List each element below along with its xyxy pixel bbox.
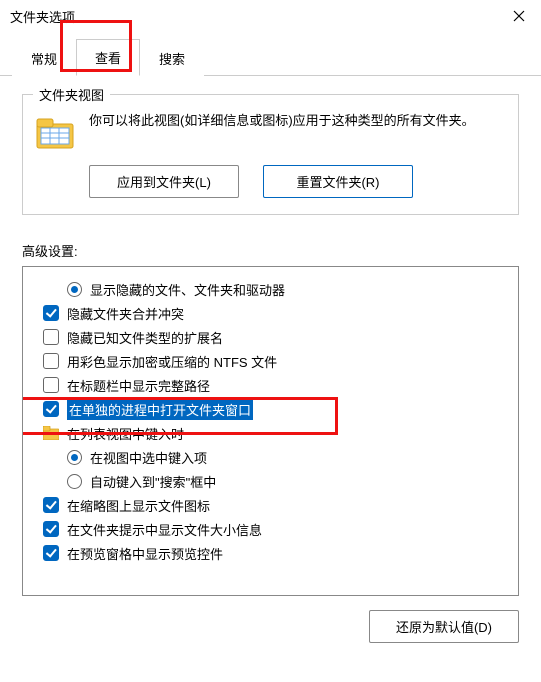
folder-views-group: 文件夹视图 你可以将此视图(如详细信息或图标)应用于这种类型的所有文件夹。 应用… (22, 94, 519, 215)
checkbox-icon[interactable] (43, 329, 59, 345)
item-label: 隐藏已知文件类型的扩展名 (67, 328, 223, 347)
item-label: 在标题栏中显示完整路径 (67, 376, 210, 395)
item-label: 在列表视图中键入时 (67, 424, 184, 443)
list-item[interactable]: 显示隐藏的文件、文件夹和驱动器 (31, 277, 510, 301)
tab-search[interactable]: 搜索 (140, 40, 204, 76)
list-item[interactable]: 用彩色显示加密或压缩的 NTFS 文件 (31, 349, 510, 373)
checkbox-icon[interactable] (43, 545, 59, 561)
restore-defaults-button[interactable]: 还原为默认值(D) (369, 610, 519, 643)
checkbox-icon[interactable] (43, 497, 59, 513)
list-item[interactable]: 在单独的进程中打开文件夹窗口 (31, 397, 510, 421)
list-item[interactable]: 隐藏文件夹合并冲突 (31, 301, 510, 325)
folder-icon (43, 426, 59, 440)
checkbox-icon[interactable] (43, 401, 59, 417)
checkbox-icon[interactable] (43, 377, 59, 393)
radio-icon[interactable] (67, 474, 82, 489)
list-item[interactable]: 隐藏已知文件类型的扩展名 (31, 325, 510, 349)
reset-folders-button[interactable]: 重置文件夹(R) (263, 165, 413, 198)
list-item[interactable]: 自动键入到"搜索"框中 (31, 469, 510, 493)
advanced-settings-label: 高级设置: (22, 241, 519, 260)
item-label: 在文件夹提示中显示文件大小信息 (67, 520, 262, 539)
checkbox-icon[interactable] (43, 521, 59, 537)
tab-view[interactable]: 查看 (76, 39, 140, 76)
close-icon[interactable] (507, 4, 531, 28)
radio-icon[interactable] (67, 450, 82, 465)
list-item[interactable]: 在文件夹提示中显示文件大小信息 (31, 517, 510, 541)
item-label: 在视图中选中键入项 (90, 448, 207, 467)
list-item[interactable]: 在视图中选中键入项 (31, 445, 510, 469)
tab-panel-view: 文件夹视图 你可以将此视图(如详细信息或图标)应用于这种类型的所有文件夹。 应用… (0, 76, 541, 653)
checkbox-icon[interactable] (43, 353, 59, 369)
item-label: 自动键入到"搜索"框中 (90, 472, 216, 491)
titlebar: 文件夹选项 (0, 0, 541, 32)
tab-general[interactable]: 常规 (12, 40, 76, 76)
item-label: 在缩略图上显示文件图标 (67, 496, 210, 515)
folder-views-description: 你可以将此视图(如详细信息或图标)应用于这种类型的所有文件夹。 (89, 111, 506, 131)
window-title: 文件夹选项 (10, 7, 75, 26)
item-label: 隐藏文件夹合并冲突 (67, 304, 184, 323)
group-title: 文件夹视图 (33, 85, 110, 104)
list-item[interactable]: 在标题栏中显示完整路径 (31, 373, 510, 397)
item-label: 用彩色显示加密或压缩的 NTFS 文件 (67, 352, 277, 371)
item-label: 在预览窗格中显示预览控件 (67, 544, 223, 563)
apply-to-folders-button[interactable]: 应用到文件夹(L) (89, 165, 239, 198)
tab-strip: 常规 查看 搜索 (0, 38, 541, 76)
list-item[interactable]: 在列表视图中键入时 (31, 421, 510, 445)
list-item[interactable]: 在预览窗格中显示预览控件 (31, 541, 510, 565)
checkbox-icon[interactable] (43, 305, 59, 321)
advanced-settings-list[interactable]: 显示隐藏的文件、文件夹和驱动器 隐藏文件夹合并冲突 隐藏已知文件类型的扩展名 用… (22, 266, 519, 596)
list-item[interactable]: 在缩略图上显示文件图标 (31, 493, 510, 517)
item-label: 显示隐藏的文件、文件夹和驱动器 (90, 280, 285, 299)
radio-icon[interactable] (67, 282, 82, 297)
folder-icon (35, 115, 75, 151)
item-label: 在单独的进程中打开文件夹窗口 (67, 399, 253, 420)
